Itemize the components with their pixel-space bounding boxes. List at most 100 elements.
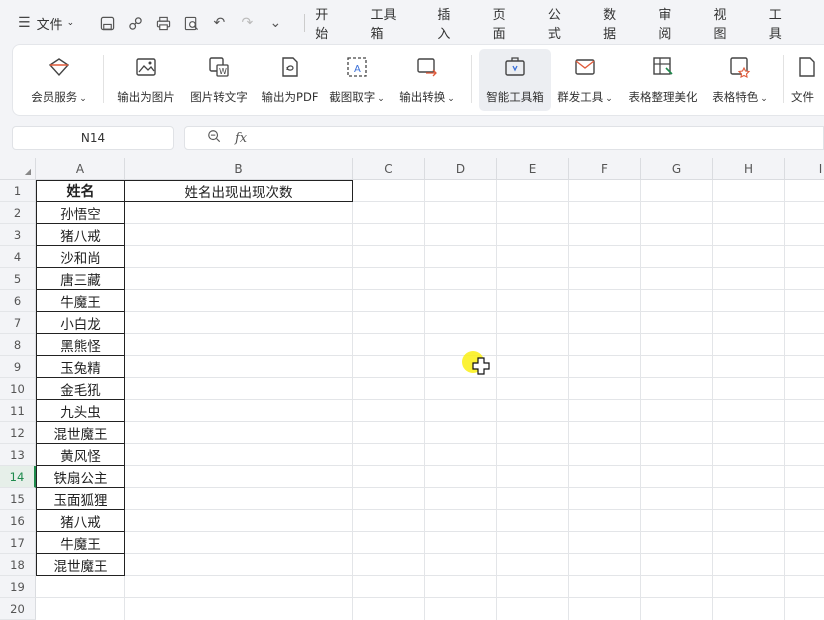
- gridline: [36, 267, 824, 268]
- file-menu[interactable]: ☰ 文件 ⌄: [0, 14, 88, 33]
- row-header[interactable]: 2: [0, 202, 36, 224]
- column-header-f[interactable]: F: [569, 158, 641, 180]
- ribbon-toolbar: 会员服务 ⌄ 输出为图片 W 图片转文字 输出为PDF A 截图取字 ⌄ 输出转换 ⌄…: [12, 44, 824, 116]
- row-header-active[interactable]: 14: [0, 466, 36, 488]
- ribbon-smart-toolbox[interactable]: 智能工具箱: [479, 49, 551, 111]
- tab-data[interactable]: 数据: [603, 4, 626, 42]
- ribbon-image-to-text-label: 图片转文字: [190, 90, 248, 104]
- cell-b1-header[interactable]: 姓名出现出现次数: [125, 180, 353, 202]
- pdf-icon: [282, 57, 298, 77]
- column-header-a[interactable]: A: [36, 158, 125, 180]
- tab-home[interactable]: 开始: [315, 4, 338, 42]
- tab-view[interactable]: 视图: [714, 4, 737, 42]
- hamburger-icon: ☰: [18, 15, 31, 31]
- row-header[interactable]: 4: [0, 246, 36, 268]
- row-header[interactable]: 17: [0, 532, 36, 554]
- gridline: [640, 180, 641, 620]
- row-header[interactable]: 5: [0, 268, 36, 290]
- name-cell[interactable]: 沙和尚: [36, 246, 125, 268]
- name-cell[interactable]: 混世魔王: [36, 554, 125, 576]
- ribbon-table-beautify[interactable]: 表格整理美化: [621, 49, 705, 111]
- name-cell[interactable]: 黄风怪: [36, 444, 125, 466]
- column-header-b[interactable]: B: [125, 158, 353, 180]
- cell-a1-header[interactable]: 姓名: [36, 180, 125, 202]
- column-header-e[interactable]: E: [497, 158, 569, 180]
- print-preview-icon[interactable]: [182, 14, 200, 32]
- row-header[interactable]: 7: [0, 312, 36, 334]
- row-header[interactable]: 12: [0, 422, 36, 444]
- row-header[interactable]: 18: [0, 554, 36, 576]
- ribbon-vip-service[interactable]: 会员服务 ⌄: [23, 49, 95, 111]
- tab-formula[interactable]: 公式: [548, 4, 571, 42]
- column-header-h[interactable]: H: [713, 158, 785, 180]
- row-header[interactable]: 15: [0, 488, 36, 510]
- gridline: [36, 421, 824, 422]
- row-header[interactable]: 3: [0, 224, 36, 246]
- name-cell[interactable]: 唐三藏: [36, 268, 125, 290]
- row-header[interactable]: 20: [0, 598, 36, 620]
- ribbon-export-pdf-label: 输出为PDF: [261, 90, 319, 104]
- row-header[interactable]: 16: [0, 510, 36, 532]
- row-header[interactable]: 6: [0, 290, 36, 312]
- spreadsheet-grid[interactable]: ◢ A B C D E F G H I 1 2 3 4 5 6 7 8 9 10…: [0, 158, 824, 620]
- row-header[interactable]: 8: [0, 334, 36, 356]
- name-cell[interactable]: 牛魔王: [36, 532, 125, 554]
- name-box[interactable]: N14: [12, 126, 174, 150]
- name-cell[interactable]: 玉兔精: [36, 356, 125, 378]
- ribbon-output-convert[interactable]: 输出转换 ⌄: [395, 49, 459, 111]
- formula-bar: N14 fx: [12, 126, 824, 150]
- function-icon[interactable]: fx: [235, 131, 247, 146]
- column-header-c[interactable]: C: [353, 158, 425, 180]
- row-header[interactable]: 19: [0, 576, 36, 598]
- save-icon[interactable]: [98, 14, 116, 32]
- row-header[interactable]: 10: [0, 378, 36, 400]
- gridline: [36, 333, 824, 334]
- column-header-g[interactable]: G: [641, 158, 713, 180]
- tab-page[interactable]: 页面: [493, 4, 516, 42]
- cell-select-cursor-icon: [472, 357, 490, 375]
- row-header[interactable]: 13: [0, 444, 36, 466]
- tab-review[interactable]: 审阅: [658, 4, 681, 42]
- name-cell[interactable]: 孙悟空: [36, 202, 125, 224]
- ribbon-table-feature[interactable]: 表格特色 ⌄: [707, 49, 773, 111]
- name-cell[interactable]: 小白龙: [36, 312, 125, 334]
- ribbon-export-pdf[interactable]: 输出为PDF: [257, 49, 323, 111]
- chevron-down-icon: ⌄: [377, 94, 385, 104]
- ribbon-screenshot-text-label: 截图取字: [329, 90, 376, 104]
- tab-tools[interactable]: 工具: [769, 4, 792, 42]
- zoom-icon[interactable]: [207, 129, 221, 147]
- tab-insert[interactable]: 插入: [437, 4, 460, 42]
- more-chevron-icon[interactable]: ⌄: [266, 14, 284, 32]
- ribbon-file[interactable]: 文件: [791, 49, 824, 111]
- name-cell[interactable]: 猪八戒: [36, 224, 125, 246]
- table-feature-icon: [730, 57, 751, 78]
- column-header-d[interactable]: D: [425, 158, 497, 180]
- column-header-i[interactable]: I: [785, 158, 824, 180]
- undo-icon[interactable]: ↶: [210, 14, 228, 32]
- select-all-corner[interactable]: ◢: [0, 158, 36, 180]
- name-cell[interactable]: 黑熊怪: [36, 334, 125, 356]
- name-cell[interactable]: 牛魔王: [36, 290, 125, 312]
- redo-icon[interactable]: ↷: [238, 14, 256, 32]
- ribbon-export-image[interactable]: 输出为图片: [111, 49, 181, 111]
- name-cell[interactable]: 金毛犼: [36, 378, 125, 400]
- formula-input[interactable]: fx: [184, 126, 824, 150]
- ribbon-mass-send[interactable]: 群发工具 ⌄: [553, 49, 617, 111]
- ribbon-screenshot-text[interactable]: A 截图取字 ⌄: [325, 49, 389, 111]
- name-cell[interactable]: 九头虫: [36, 400, 125, 422]
- row-header[interactable]: 11: [0, 400, 36, 422]
- gridline: [36, 377, 824, 378]
- row-header[interactable]: 9: [0, 356, 36, 378]
- gridline: [424, 180, 425, 620]
- file-icon: [799, 57, 815, 77]
- name-cell[interactable]: 猪八戒: [36, 510, 125, 532]
- name-cell[interactable]: 铁扇公主: [36, 466, 125, 488]
- row-header[interactable]: 1: [0, 180, 36, 202]
- ribbon-image-to-text[interactable]: W 图片转文字: [183, 49, 255, 111]
- name-cell[interactable]: 玉面狐狸: [36, 488, 125, 510]
- tab-toolbox[interactable]: 工具箱: [371, 4, 406, 42]
- print-icon[interactable]: [154, 14, 172, 32]
- name-cell[interactable]: 混世魔王: [36, 422, 125, 444]
- gridline: [36, 465, 824, 466]
- link-icon[interactable]: [126, 14, 144, 32]
